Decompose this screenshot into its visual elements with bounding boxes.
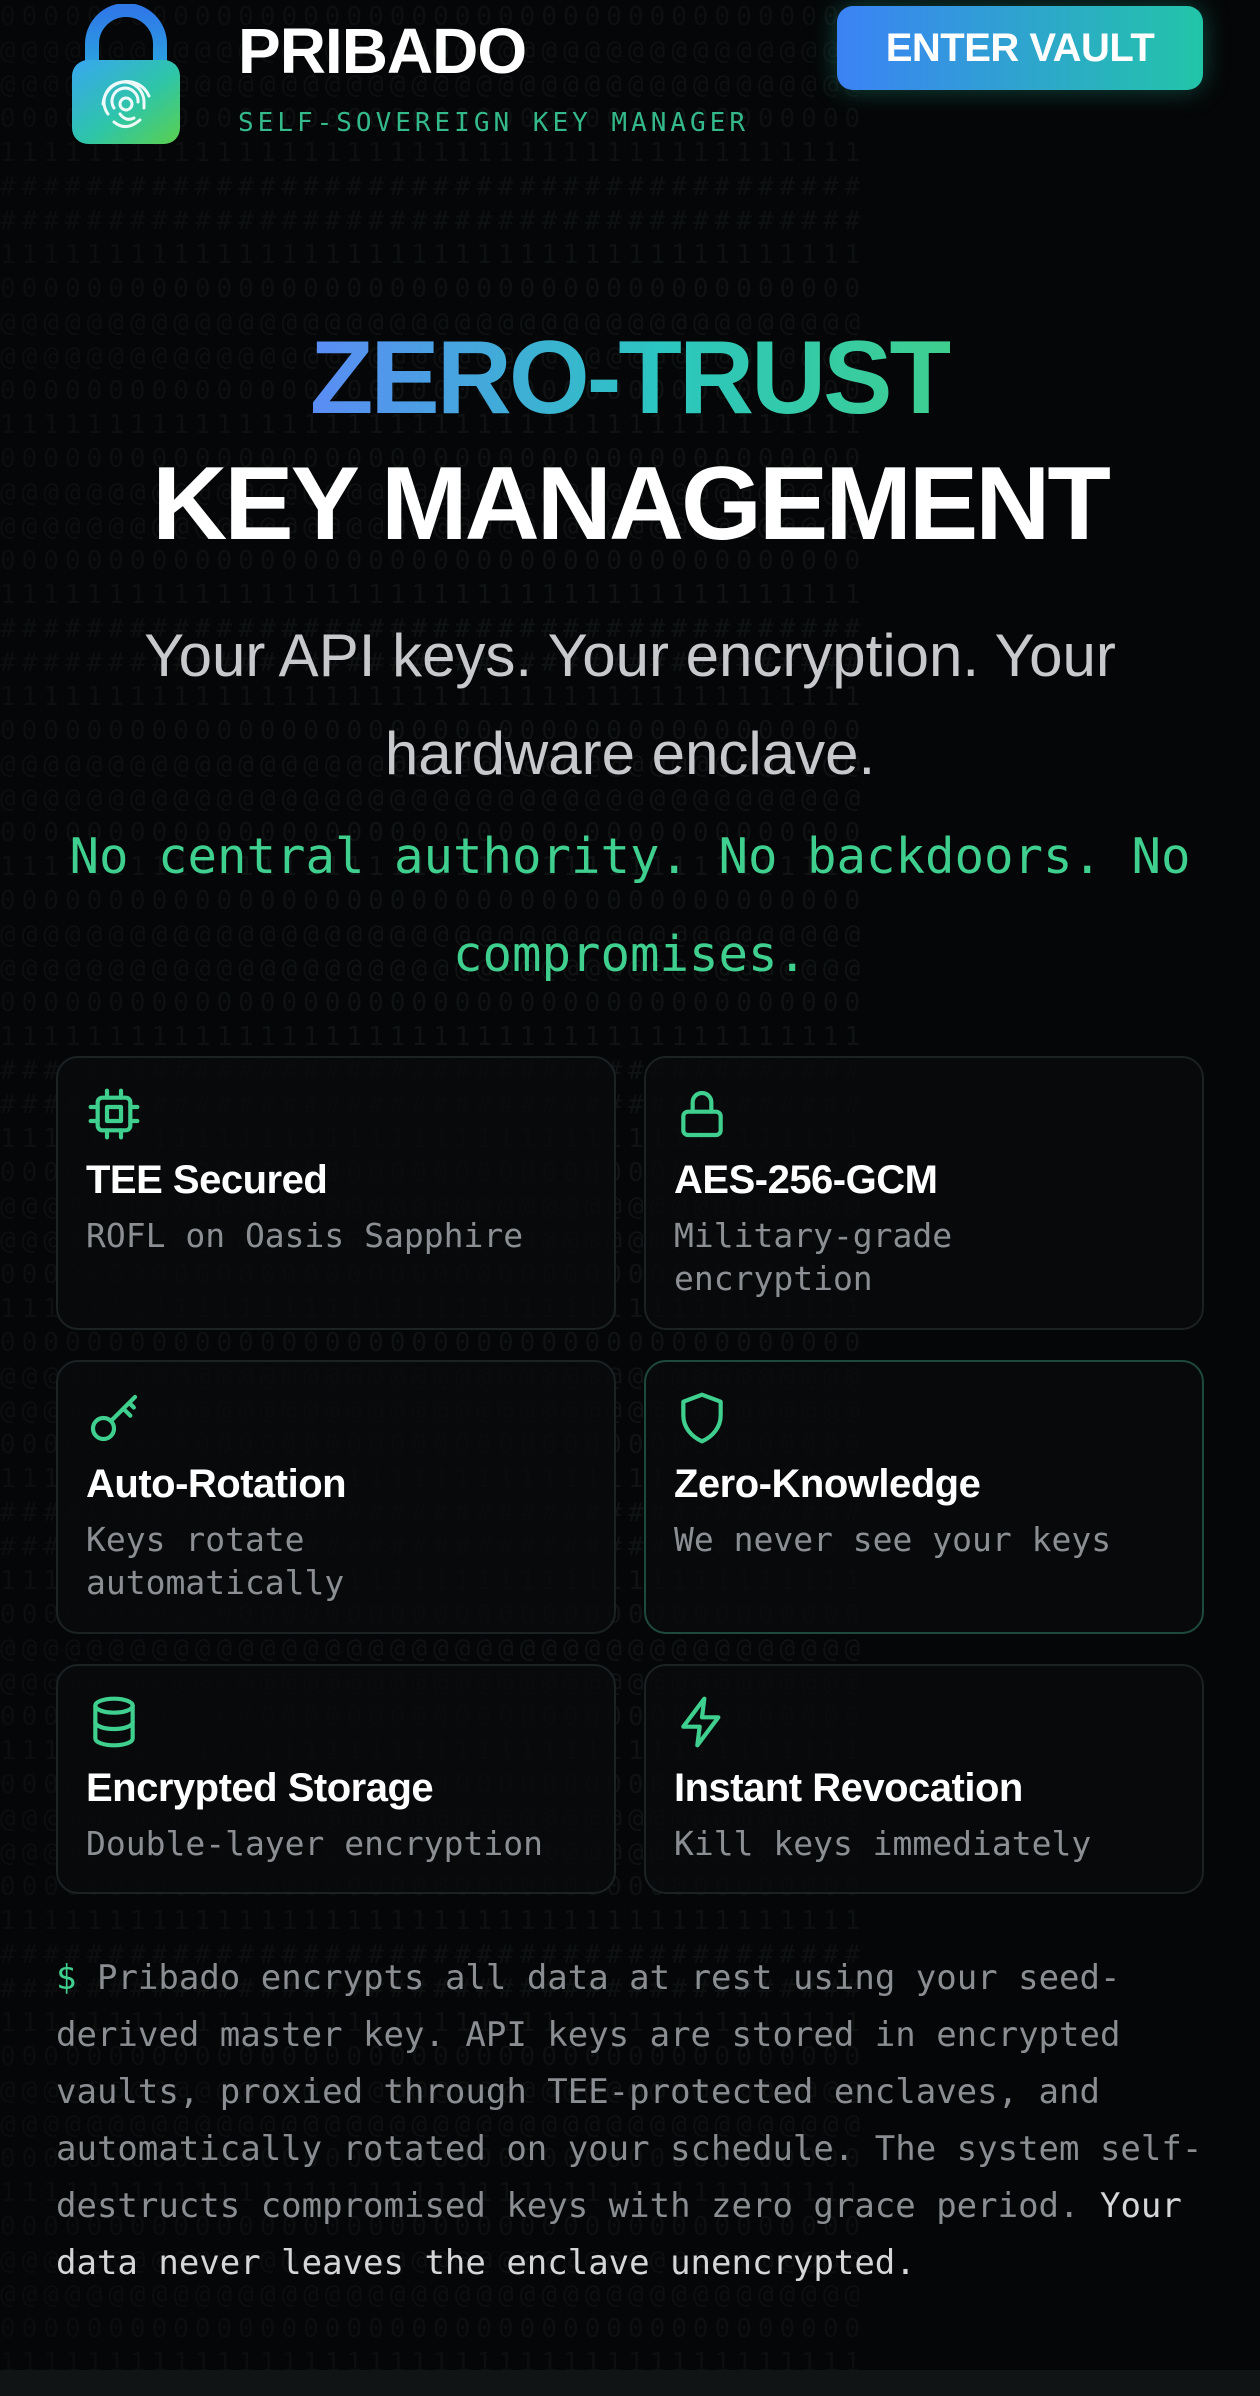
lock-icon — [674, 1086, 730, 1142]
feature-card-zero-knowledge: Zero-Knowledge We never see your keys — [644, 1360, 1204, 1634]
feature-title: Auto-Rotation — [86, 1462, 347, 1506]
padlock-fingerprint-icon — [70, 3, 182, 146]
chip-icon — [86, 1086, 142, 1142]
feature-card-aes: AES-256-GCM Military-grade encryption — [644, 1056, 1204, 1330]
feature-title: Instant Revocation — [674, 1766, 1023, 1810]
lightning-icon — [674, 1694, 730, 1750]
hero-title-line1: ZERO-TRUST — [309, 320, 953, 436]
footer-strip — [0, 2370, 1260, 2396]
feature-desc: Keys rotate automatically — [86, 1520, 345, 1602]
feature-card-revocation: Instant Revocation Kill keys immediately — [644, 1664, 1204, 1894]
database-icon — [86, 1694, 142, 1750]
feature-desc: We never see your keys — [674, 1520, 1112, 1559]
enter-vault-button[interactable]: ENTER VAULT — [837, 6, 1203, 90]
key-icon — [86, 1390, 142, 1446]
feature-card-storage: Encrypted Storage Double-layer encryptio… — [56, 1664, 616, 1894]
feature-desc: Kill keys immediately — [674, 1824, 1092, 1863]
feature-title: AES-256-GCM — [674, 1158, 938, 1202]
hero-tagline-mono: No central authority. No backdoors. No c… — [69, 828, 1191, 983]
hero-title-gradient: ZERO-TRUST — [0, 318, 1260, 438]
feature-title: Encrypted Storage — [86, 1766, 434, 1810]
brand-name: PRIBADO — [238, 15, 527, 87]
shield-icon — [674, 1390, 730, 1446]
feature-desc: Military-grade encryption — [674, 1216, 953, 1298]
hero-title-line2: KEY MANAGEMENT — [152, 446, 1111, 562]
brand-tagline: SELF-SOVEREIGN KEY MANAGER — [238, 108, 749, 138]
feature-title: Zero-Knowledge — [674, 1462, 981, 1506]
hero-subtitle: Your API keys. Your encryption. Your har… — [144, 622, 1116, 787]
feature-desc: Double-layer encryption — [86, 1824, 543, 1863]
feature-card-tee: TEE Secured ROFL on Oasis Sapphire — [56, 1056, 616, 1330]
feature-title: TEE Secured — [86, 1158, 328, 1202]
terminal-description: $ Pribado encrypts all data at rest usin… — [56, 1950, 1206, 2292]
terminal-prompt: $ — [56, 1958, 77, 1998]
feature-card-rotation: Auto-Rotation Keys rotate automatically — [56, 1360, 616, 1634]
terminal-body: Pribado encrypts all data at rest using … — [56, 1958, 1203, 2226]
feature-desc: ROFL on Oasis Sapphire — [86, 1216, 524, 1255]
